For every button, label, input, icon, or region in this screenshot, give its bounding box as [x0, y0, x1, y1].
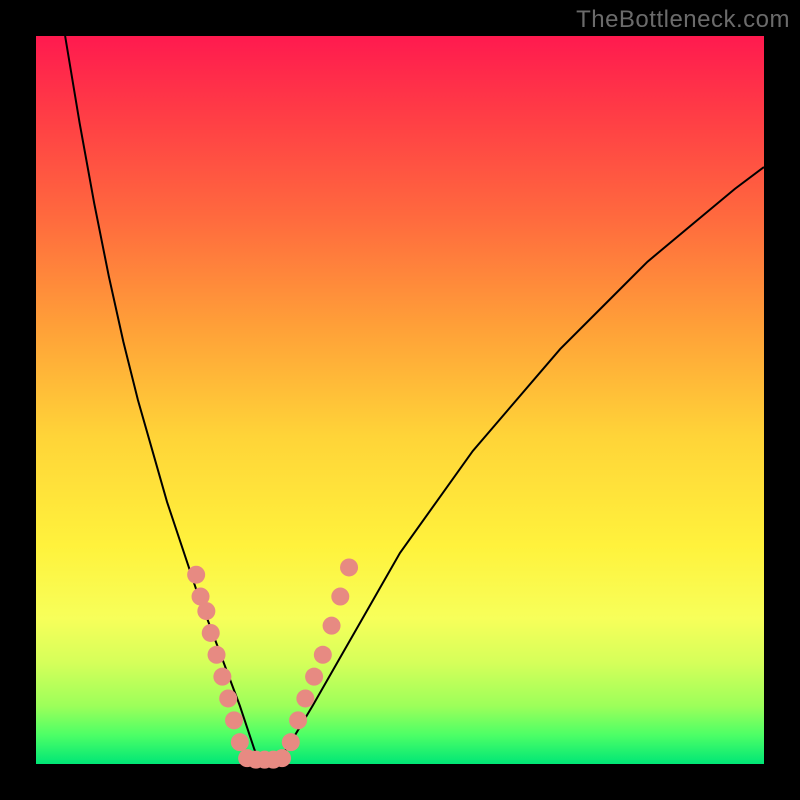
dot-right-dots [289, 711, 307, 729]
dot-bottom-dots [273, 749, 291, 767]
chart-svg [36, 36, 764, 764]
dot-left-dots [213, 668, 231, 686]
dot-left-dots [208, 646, 226, 664]
dot-right-dots [305, 668, 323, 686]
dot-right-dots [340, 558, 358, 576]
chart-frame: TheBottleneck.com [0, 0, 800, 800]
plot-area [36, 36, 764, 764]
curve-layer [65, 36, 764, 764]
dot-right-dots [296, 689, 314, 707]
dot-left-dots [197, 602, 215, 620]
watermark-text: TheBottleneck.com [576, 6, 790, 34]
dot-left-dots [225, 711, 243, 729]
dot-left-dots [187, 566, 205, 584]
dot-left-dots [219, 689, 237, 707]
dot-right-dots [282, 733, 300, 751]
dot-left-dots [231, 733, 249, 751]
curve-right-curve [276, 167, 764, 764]
dot-right-dots [323, 617, 341, 635]
dots-layer [187, 558, 358, 768]
curve-left-curve [65, 36, 262, 764]
dot-right-dots [314, 646, 332, 664]
dot-left-dots [202, 624, 220, 642]
dot-right-dots [331, 588, 349, 606]
